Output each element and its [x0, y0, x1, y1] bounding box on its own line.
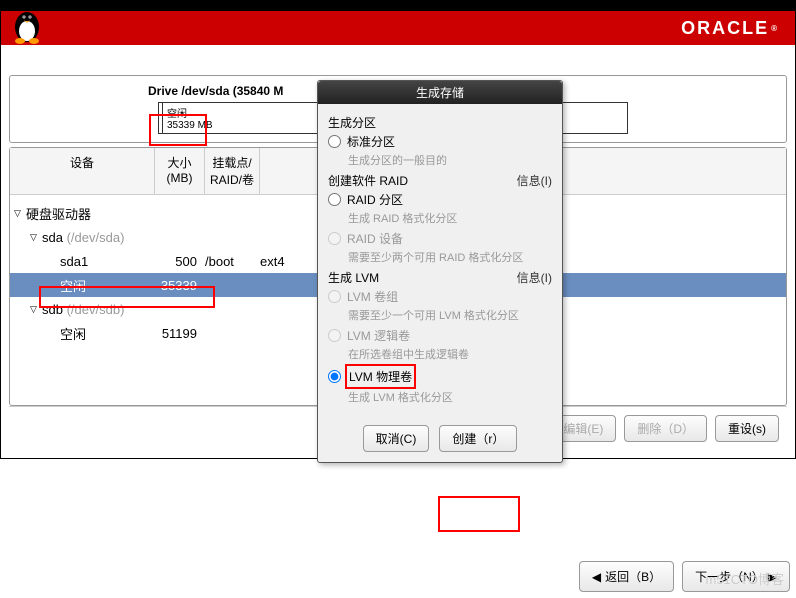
tux-icon — [5, 1, 49, 45]
hint: 生成分区的一般目的 — [348, 152, 552, 168]
oracle-logo: ORACLE® — [681, 18, 779, 39]
arrow-right-icon: ▶ — [768, 570, 777, 584]
radio-lvm-pv[interactable]: LVM 物理卷 — [328, 366, 552, 387]
col-size[interactable]: 大小 (MB) — [155, 148, 205, 194]
hint: 在所选卷组中生成逻辑卷 — [348, 346, 552, 362]
create-storage-dialog: 生成存储 生成分区 标准分区 生成分区的一般目的 创建软件 RAID信息(I) … — [317, 80, 563, 463]
section-lvm: 生成 LVM信息(I) — [328, 269, 552, 286]
col-device[interactable]: 设备 — [10, 148, 155, 194]
next-button[interactable]: 下一步（N）▶ — [682, 561, 790, 592]
hint: 需要至少一个可用 LVM 格式化分区 — [348, 307, 552, 323]
radio-lvm-vg: LVM 卷组 — [328, 288, 552, 305]
dialog-body: 生成分区 标准分区 生成分区的一般目的 创建软件 RAID信息(I) RAID … — [318, 104, 562, 415]
highlight-box — [39, 286, 215, 308]
radio-raid-device: RAID 设备 — [328, 230, 552, 247]
reset-button[interactable]: 重设(s) — [715, 415, 779, 442]
radio-standard-partition[interactable]: 标准分区 — [328, 133, 552, 150]
dialog-create-button[interactable]: 创建（r） — [439, 425, 517, 452]
titlebar — [1, 1, 795, 11]
dialog-buttons: 取消(C) 创建（r） — [318, 415, 562, 462]
hint: 需要至少两个可用 RAID 格式化分区 — [348, 249, 552, 265]
triangle-down-icon[interactable]: ▽ — [14, 208, 26, 219]
highlight-box — [149, 114, 207, 146]
arrow-left-icon: ◀ — [592, 570, 601, 584]
highlight-box — [345, 364, 416, 389]
info-link[interactable]: 信息(I) — [517, 172, 552, 189]
hint: 生成 RAID 格式化分区 — [348, 210, 552, 226]
cancel-button[interactable]: 取消(C) — [363, 425, 430, 452]
back-button[interactable]: ◀返回（B） — [579, 561, 674, 592]
info-link[interactable]: 信息(I) — [517, 269, 552, 286]
highlight-box — [438, 496, 520, 532]
hint: 生成 LVM 格式化分区 — [348, 389, 552, 405]
col-mount[interactable]: 挂载点/ RAID/卷 — [205, 148, 260, 194]
delete-button: 删除（D） — [624, 415, 707, 442]
section-partition: 生成分区 — [328, 114, 552, 131]
dialog-title: 生成存储 — [318, 81, 562, 104]
header: ORACLE® — [1, 11, 795, 45]
nav-buttons: ◀返回（B） 下一步（N）▶ — [579, 561, 790, 592]
radio-raid-partition[interactable]: RAID 分区 — [328, 191, 552, 208]
radio-lvm-lv: LVM 逻辑卷 — [328, 327, 552, 344]
triangle-down-icon[interactable]: ▽ — [30, 232, 42, 243]
section-raid: 创建软件 RAID信息(I) — [328, 172, 552, 189]
